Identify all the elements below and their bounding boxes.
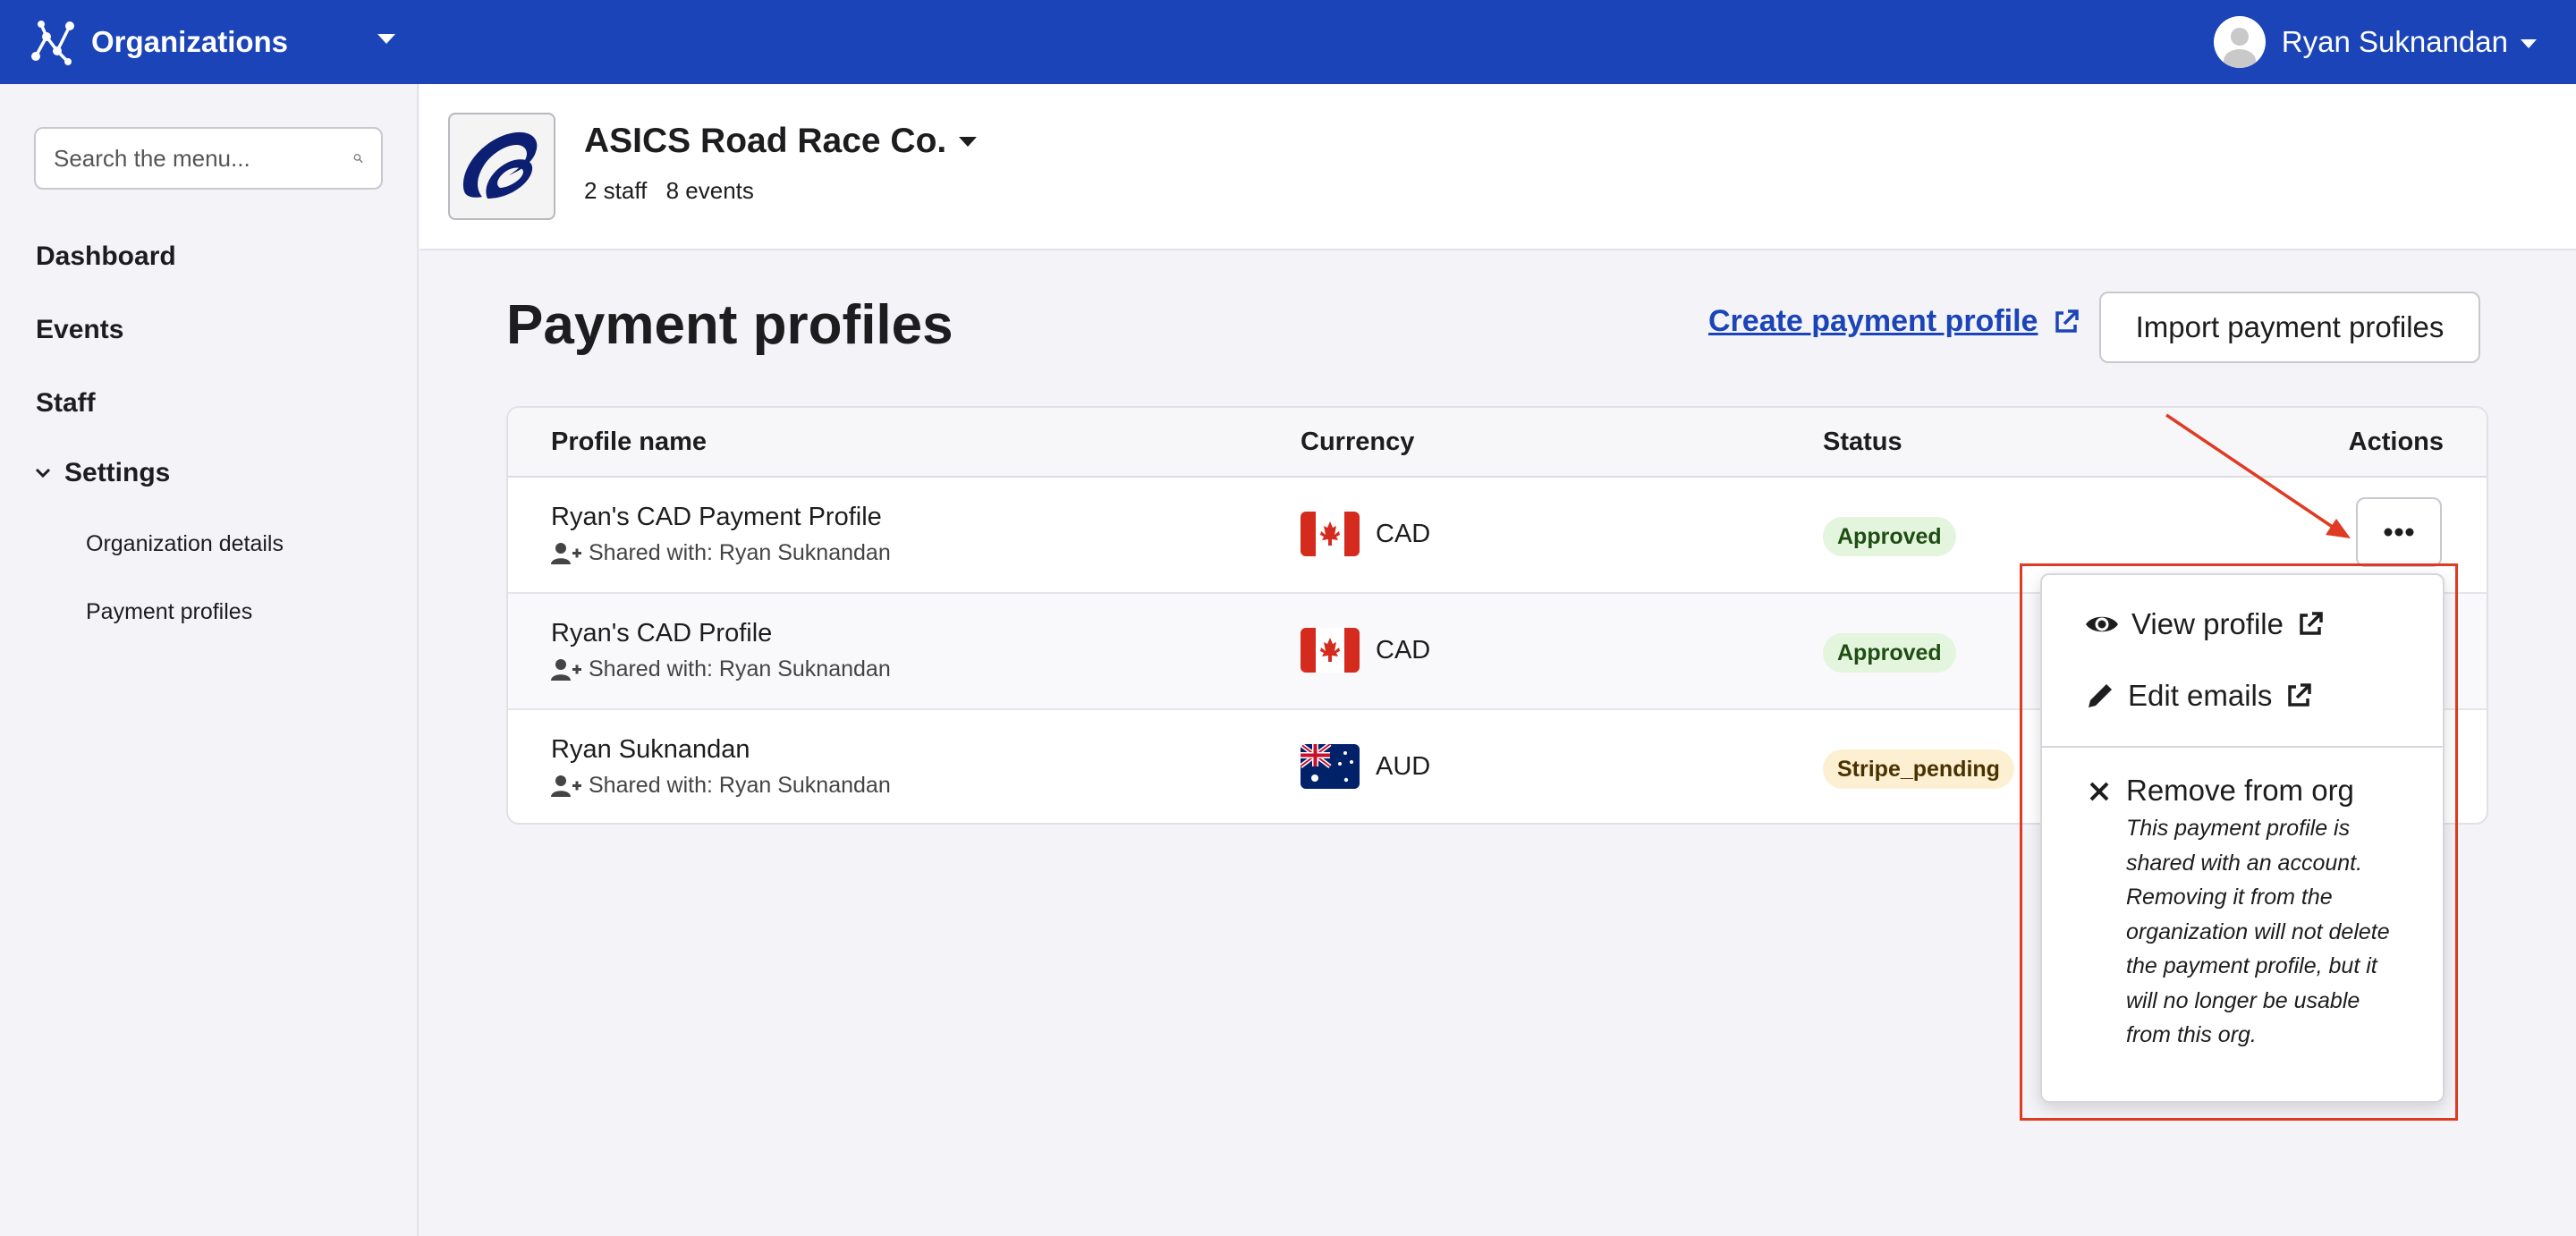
- sidebar: Dashboard Events Staff Settings Organiza…: [0, 84, 419, 1236]
- external-link-icon: [2055, 309, 2080, 333]
- page-title: Payment profiles: [506, 294, 953, 356]
- user-avatar-icon: [2213, 16, 2266, 68]
- import-payment-profiles-button[interactable]: Import payment profiles: [2099, 292, 2480, 363]
- search-icon[interactable]: [353, 147, 363, 170]
- canada-flag-icon: [1301, 628, 1360, 673]
- profile-name: Ryan's CAD Payment Profile: [551, 503, 882, 531]
- currency-cell: CAD: [1301, 628, 1430, 673]
- user-plus-icon: [551, 542, 581, 564]
- note-line: organization will not delete: [2126, 919, 2390, 944]
- chevron-down-icon: [959, 136, 978, 147]
- currency-cell: CAD: [1301, 512, 1430, 556]
- shared-with: Shared with: Ryan Suknandan: [551, 656, 891, 682]
- close-icon: [2089, 782, 2109, 801]
- australia-flag-icon: [1301, 744, 1360, 789]
- sidebar-item-events[interactable]: Events: [36, 315, 123, 345]
- status-badge: Approved: [1823, 517, 1956, 556]
- column-header-status: Status: [1823, 428, 1902, 456]
- sidebar-item-organization-details[interactable]: Organization details: [86, 531, 284, 557]
- shared-with-text: Shared with: Ryan Suknandan: [589, 773, 891, 798]
- note-line: the payment profile, but it: [2126, 953, 2377, 978]
- note-line: shared with an account.: [2126, 850, 2363, 876]
- create-link-label: Create payment profile: [1708, 304, 2038, 338]
- user-menu[interactable]: Ryan Suknandan: [2213, 0, 2537, 84]
- menu-item-label: Edit emails: [2128, 679, 2273, 712]
- sidebar-item-staff[interactable]: Staff: [36, 388, 96, 419]
- note-line: Removing it from the: [2126, 885, 2333, 910]
- org-logo: [448, 113, 555, 220]
- table-header: Profile name Currency Status Actions: [508, 408, 2487, 478]
- status-badge: Stripe_pending: [1823, 749, 2014, 789]
- user-name: Ryan Suknandan: [2281, 25, 2508, 58]
- network-graph-icon: [31, 21, 74, 65]
- column-header-profile-name: Profile name: [551, 428, 708, 456]
- menu-item-edit-emails[interactable]: Edit emails: [2085, 679, 2313, 713]
- shared-with-text: Shared with: Ryan Suknandan: [589, 540, 891, 565]
- external-link-icon: [2288, 683, 2312, 707]
- app-title: Organizations: [91, 25, 289, 58]
- staff-count: 2 staff: [584, 177, 648, 204]
- eye-icon: [2086, 616, 2118, 632]
- profile-name: Ryan Suknandan: [551, 735, 750, 764]
- org-switcher-dropdown[interactable]: ASICS Road Race Co.: [584, 122, 978, 161]
- currency-code: CAD: [1376, 635, 1431, 665]
- row-actions-button[interactable]: [2356, 497, 2442, 567]
- user-plus-icon: [551, 658, 581, 681]
- chevron-down-icon: [2521, 39, 2537, 48]
- org-stats: 2 staff 8 events: [584, 177, 754, 205]
- events-count: 8 events: [665, 177, 754, 204]
- top-bar: Organizations Ryan Suknandan: [0, 0, 2576, 84]
- sidebar-item-settings[interactable]: Settings: [34, 458, 170, 488]
- row-actions-menu: View profile Edit emails Remove from org…: [2040, 573, 2445, 1103]
- org-header: ASICS Road Race Co. 2 staff 8 events: [419, 84, 2576, 250]
- column-header-actions: Actions: [2348, 428, 2444, 456]
- asics-logo-icon: [463, 131, 538, 199]
- chevron-down-icon: [377, 34, 395, 44]
- note-line: This payment profile is: [2126, 816, 2351, 841]
- remove-warning-note: This payment profile is shared with an a…: [2126, 811, 2423, 1053]
- menu-item-label: Remove from org: [2126, 774, 2354, 807]
- canada-flag-icon: [1301, 512, 1360, 556]
- menu-item-remove-from-org[interactable]: Remove from org: [2089, 774, 2354, 808]
- shared-with: Shared with: Ryan Suknandan: [551, 773, 891, 799]
- menu-item-label: View profile: [2131, 607, 2284, 640]
- menu-item-view-profile[interactable]: View profile: [2085, 607, 2325, 641]
- currency-code: AUD: [1376, 751, 1431, 781]
- org-name: ASICS Road Race Co.: [584, 122, 947, 160]
- shared-with-text: Shared with: Ryan Suknandan: [589, 656, 891, 681]
- ellipsis-icon: [2384, 528, 2414, 537]
- sidebar-item-label: Settings: [64, 458, 171, 487]
- menu-search: [34, 127, 383, 190]
- create-payment-profile-link[interactable]: Create payment profile: [1708, 304, 2080, 339]
- org-switcher[interactable]: Organizations: [0, 0, 419, 84]
- chevron-down-icon: [35, 468, 51, 478]
- sidebar-item-payment-profiles[interactable]: Payment profiles: [86, 599, 252, 625]
- sidebar-item-dashboard[interactable]: Dashboard: [36, 241, 176, 272]
- note-line: from this org.: [2126, 1022, 2257, 1047]
- currency-code: CAD: [1376, 519, 1431, 548]
- status-badge: Approved: [1823, 633, 1956, 673]
- menu-divider: [2042, 746, 2443, 748]
- profile-name: Ryan's CAD Profile: [551, 619, 773, 648]
- pencil-icon: [2089, 684, 2112, 707]
- user-plus-icon: [551, 775, 581, 797]
- column-header-currency: Currency: [1301, 428, 1415, 456]
- external-link-icon: [2300, 612, 2323, 635]
- note-line: will no longer be usable: [2126, 987, 2360, 1013]
- shared-with: Shared with: Ryan Suknandan: [551, 540, 891, 566]
- search-input[interactable]: [54, 144, 353, 173]
- currency-cell: AUD: [1301, 744, 1430, 789]
